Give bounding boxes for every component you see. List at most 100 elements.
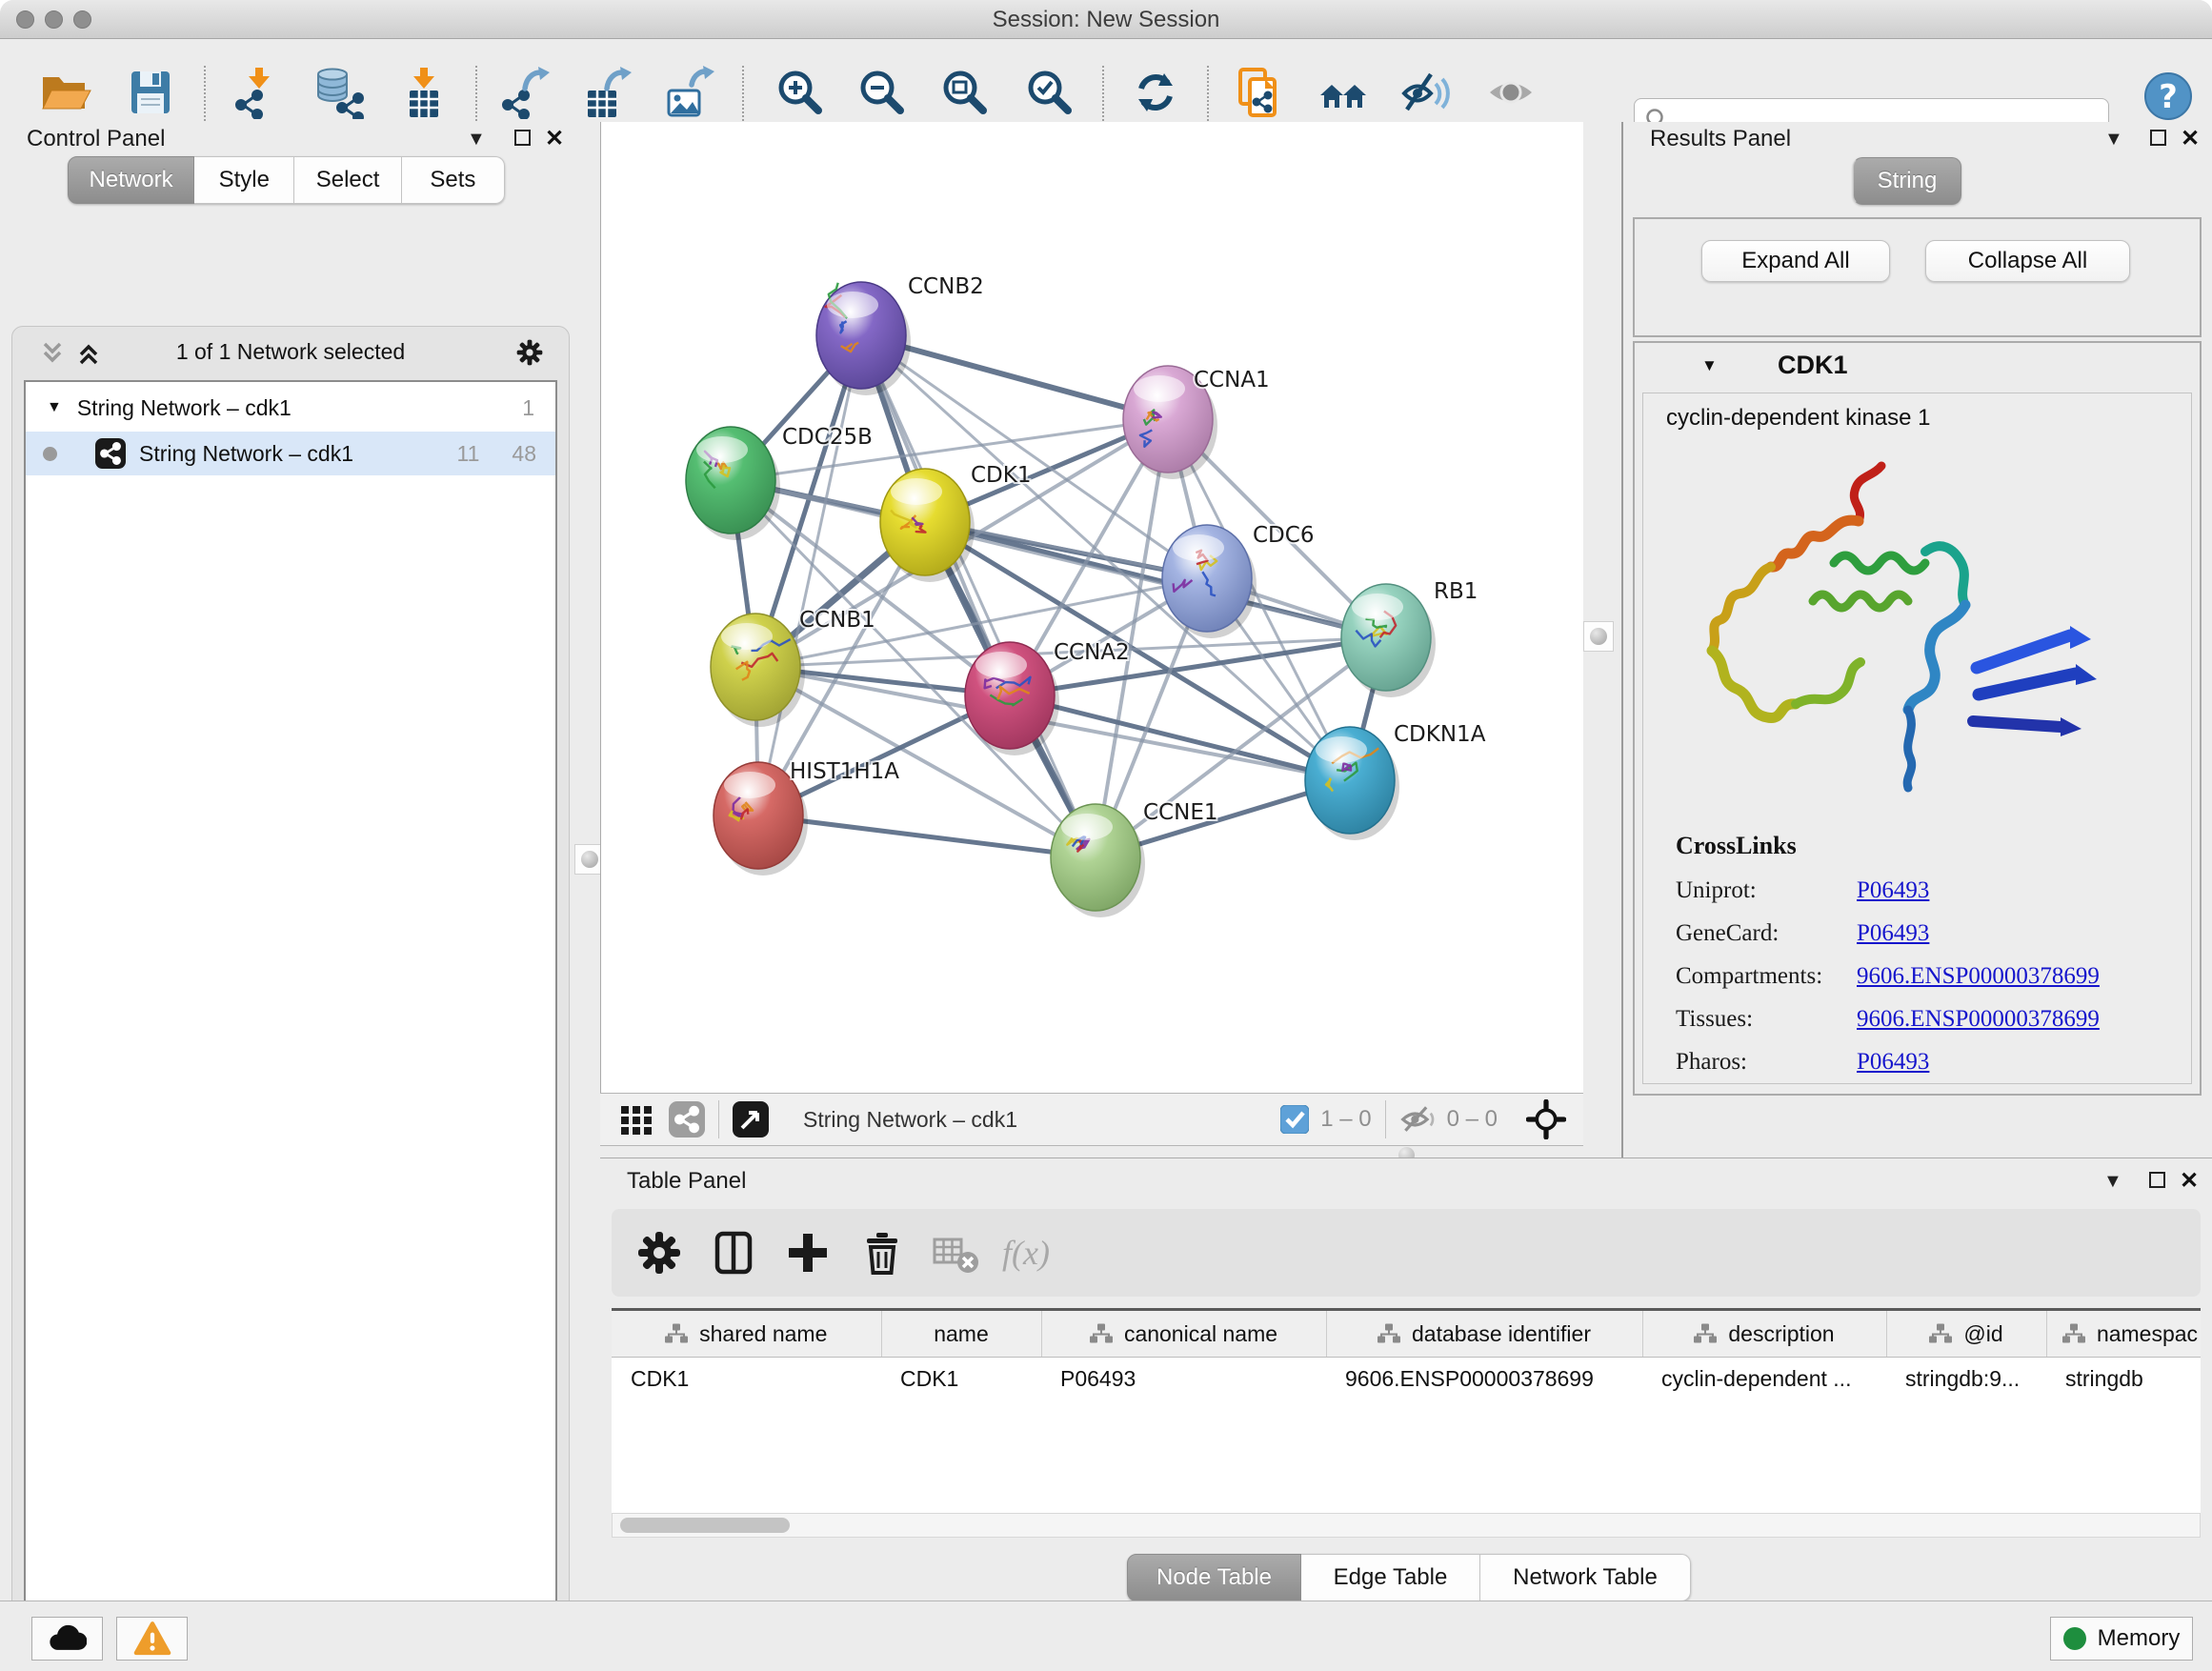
duplicate-network-icon[interactable] bbox=[1233, 66, 1286, 119]
expand-all-button[interactable]: Expand All bbox=[1701, 240, 1890, 282]
scrollbar-thumb[interactable] bbox=[620, 1518, 790, 1533]
tab-network-table[interactable]: Network Table bbox=[1480, 1554, 1691, 1601]
network-node-CDKN1A[interactable]: CDKN1A bbox=[1305, 722, 1486, 840]
gene-collapse-icon[interactable]: ▼ bbox=[1701, 356, 1718, 375]
first-neighbors-icon[interactable] bbox=[1317, 66, 1371, 119]
zoom-out-icon[interactable] bbox=[855, 66, 909, 119]
tab-edge-table[interactable]: Edge Table bbox=[1301, 1554, 1480, 1601]
delete-column-trash-icon[interactable] bbox=[855, 1226, 909, 1279]
import-table-icon[interactable] bbox=[396, 66, 450, 119]
import-network-database-icon[interactable] bbox=[312, 66, 365, 119]
zoom-selected-icon[interactable] bbox=[1023, 66, 1076, 119]
column-header-name[interactable]: name bbox=[881, 1311, 1041, 1358]
tab-string[interactable]: String bbox=[1853, 157, 1961, 205]
network-node-CDK1[interactable]: CDK1 bbox=[880, 463, 1032, 582]
gear-icon[interactable] bbox=[513, 336, 546, 373]
zoom-fit-icon[interactable] bbox=[938, 66, 992, 119]
control-panel-float-icon[interactable] bbox=[514, 130, 531, 146]
help-button[interactable]: ? bbox=[2142, 70, 2195, 123]
export-network-icon[interactable] bbox=[498, 66, 552, 119]
save-session-button[interactable] bbox=[124, 66, 177, 119]
network-node-CCNA1[interactable]: CCNA1 bbox=[1123, 366, 1270, 479]
cloud-button[interactable] bbox=[31, 1617, 103, 1661]
function-builder-icon[interactable]: f(x) bbox=[1002, 1233, 1050, 1273]
right-splitter[interactable] bbox=[1583, 122, 1621, 1158]
table-row[interactable]: CDK1 CDK1 P06493 9606.ENSP00000378699 cy… bbox=[612, 1358, 2201, 1400]
grid-view-icon[interactable] bbox=[619, 1102, 654, 1137]
network-node-HIST1H1A[interactable]: HIST1H1A bbox=[714, 759, 899, 876]
results-panel-tabs: String bbox=[1853, 157, 1961, 205]
column-header-namespace[interactable]: namespac bbox=[2046, 1311, 2201, 1358]
tab-network[interactable]: Network bbox=[68, 156, 194, 204]
table-panel-float-icon[interactable] bbox=[2149, 1172, 2165, 1188]
protein-structure-image bbox=[1691, 449, 2110, 811]
select-columns-icon[interactable] bbox=[707, 1226, 760, 1279]
open-session-button[interactable] bbox=[38, 66, 91, 119]
table-panel-menu-icon[interactable]: ▼ bbox=[2103, 1172, 2122, 1191]
network-node-CDC25B[interactable]: CDC25B bbox=[686, 425, 873, 540]
window-title: Session: New Session bbox=[0, 7, 2212, 33]
table-panel: Table Panel ▼ ✕ f(x) bbox=[600, 1158, 2212, 1601]
cell-shared-name: CDK1 bbox=[612, 1358, 881, 1400]
import-network-icon[interactable] bbox=[231, 66, 285, 119]
current-network-name: String Network – cdk1 bbox=[803, 1107, 1017, 1133]
collapse-all-button[interactable]: Collapse All bbox=[1925, 240, 2130, 282]
column-type-icon bbox=[1377, 1323, 1400, 1344]
column-header-database-identifier[interactable]: database identifier bbox=[1326, 1311, 1642, 1358]
tab-node-table[interactable]: Node Table bbox=[1127, 1554, 1301, 1601]
network-collection-row[interactable]: ▼ String Network – cdk1 1 bbox=[26, 386, 555, 430]
refresh-icon[interactable] bbox=[1129, 66, 1182, 119]
left-splitter[interactable] bbox=[579, 122, 600, 1601]
right-splitter-handle[interactable] bbox=[1583, 621, 1614, 652]
gene-section: ▼ CDK1 cyclin-dependent kinase 1 bbox=[1633, 341, 2202, 1096]
control-panel-menu-icon[interactable]: ▼ bbox=[467, 130, 486, 149]
add-column-icon[interactable] bbox=[781, 1226, 835, 1279]
column-header-id[interactable]: @id bbox=[1886, 1311, 2046, 1358]
results-panel-float-icon[interactable] bbox=[2150, 130, 2166, 146]
results-panel-close-icon[interactable]: ✕ bbox=[2181, 128, 2200, 151]
control-panel-close-icon[interactable]: ✕ bbox=[545, 128, 564, 151]
memory-button[interactable]: Memory bbox=[2050, 1617, 2193, 1661]
network-row[interactable]: String Network – cdk1 11 48 bbox=[26, 432, 555, 475]
network-graph[interactable]: CCNB2 CCNA1 CDC25BCDK1 CDC6 RB1 CCNB1 CCNA2 CDK… bbox=[601, 122, 1584, 1093]
table-header-row: shared name name canonical name database… bbox=[612, 1311, 2201, 1358]
network-node-CCNE1[interactable]: CCNE1 bbox=[1051, 800, 1218, 917]
warning-button[interactable] bbox=[116, 1617, 188, 1661]
export-table-icon[interactable] bbox=[580, 66, 633, 119]
table-horizontal-scrollbar[interactable] bbox=[612, 1513, 2201, 1538]
pan-crosshair-icon[interactable] bbox=[1526, 1099, 1566, 1139]
crosslink-genecard-link[interactable]: P06493 bbox=[1857, 920, 1929, 946]
crosslink-compartments-link[interactable]: 9606.ENSP00000378699 bbox=[1857, 963, 2100, 989]
tab-sets[interactable]: Sets bbox=[402, 156, 505, 204]
network-node-CCNA2[interactable]: CCNA2 bbox=[965, 640, 1130, 755]
crosslink-pharos-link[interactable]: P06493 bbox=[1857, 1049, 1929, 1075]
network-grid-share-icon[interactable] bbox=[669, 1101, 705, 1137]
collection-expand-icon[interactable]: ▼ bbox=[47, 399, 62, 416]
table-panel-close-icon[interactable]: ✕ bbox=[2180, 1170, 2199, 1193]
network-node-RB1[interactable]: RB1 bbox=[1341, 579, 1478, 697]
crosslink-tissues-link[interactable]: 9606.ENSP00000378699 bbox=[1857, 1006, 2100, 1032]
detach-view-icon[interactable] bbox=[733, 1101, 769, 1137]
selected-checkbox-icon[interactable] bbox=[1280, 1105, 1309, 1134]
network-canvas[interactable]: CCNB2 CCNA1 CDC25BCDK1 CDC6 RB1 CCNB1 CCNA2 CDK… bbox=[600, 122, 1583, 1093]
table-settings-gear-icon[interactable] bbox=[633, 1226, 686, 1279]
export-image-icon[interactable] bbox=[663, 66, 716, 119]
show-all-icon[interactable] bbox=[1484, 66, 1538, 119]
node-label-CDC6: CDC6 bbox=[1253, 523, 1314, 548]
column-header-description[interactable]: description bbox=[1642, 1311, 1886, 1358]
results-panel-menu-icon[interactable]: ▼ bbox=[2104, 130, 2123, 149]
svg-text:?: ? bbox=[2159, 78, 2178, 116]
network-node-CCNB1[interactable]: CCNB1 bbox=[711, 608, 875, 727]
delete-table-icon[interactable] bbox=[930, 1226, 977, 1279]
crosslink-uniprot-link[interactable]: P06493 bbox=[1857, 877, 1929, 903]
column-header-canonical-name[interactable]: canonical name bbox=[1041, 1311, 1326, 1358]
tab-style[interactable]: Style bbox=[194, 156, 294, 204]
hide-selected-icon[interactable] bbox=[1399, 66, 1453, 119]
column-type-icon bbox=[2062, 1323, 2085, 1344]
network-node-CCNB2[interactable]: CCNB2 bbox=[816, 274, 984, 395]
network-tree: ▼ String Network – cdk1 1 String Network… bbox=[24, 380, 557, 1671]
zoom-in-icon[interactable] bbox=[774, 66, 827, 119]
network-node-CDC6[interactable]: CDC6 bbox=[1162, 523, 1314, 638]
tab-select[interactable]: Select bbox=[294, 156, 401, 204]
column-header-shared-name[interactable]: shared name bbox=[612, 1311, 881, 1358]
